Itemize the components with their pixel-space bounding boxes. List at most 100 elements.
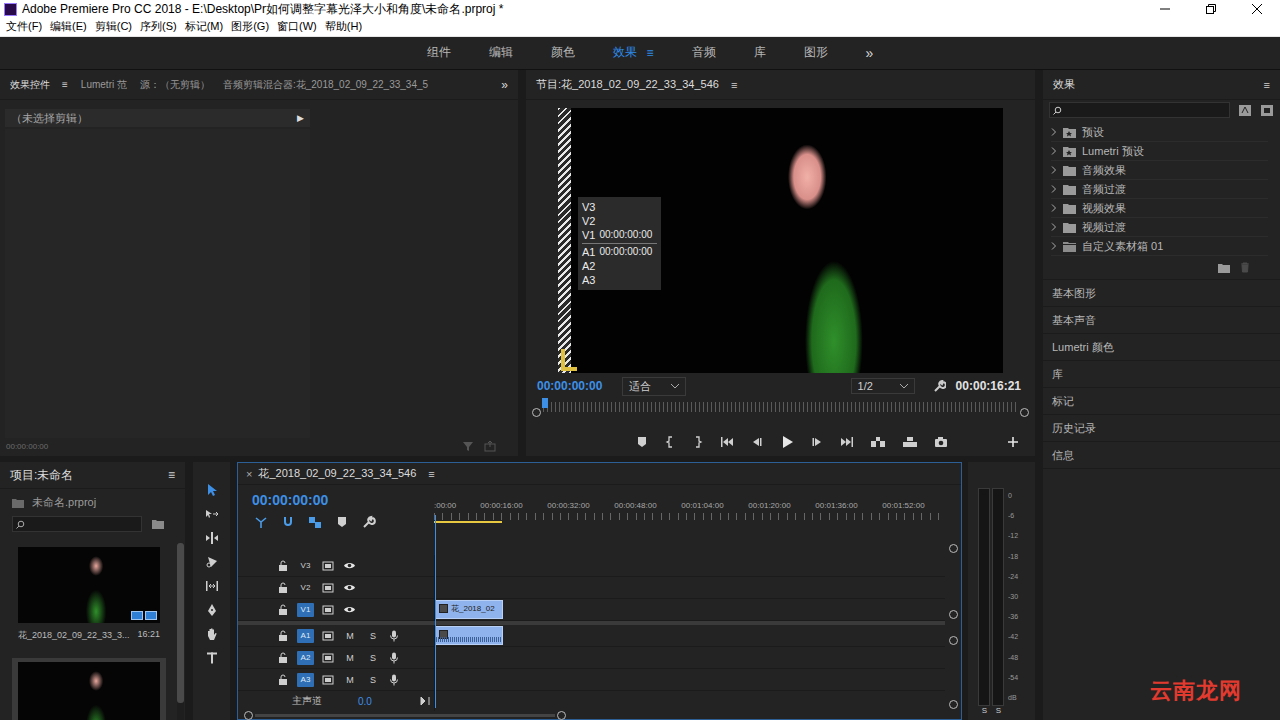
lock-icon[interactable]	[278, 604, 288, 615]
effects-menu[interactable]: ≡	[1264, 79, 1270, 91]
menu-item[interactable]: 帮助(H)	[321, 19, 366, 34]
panel-tab[interactable]: 音频剪辑混合器:花_2018_02_09_22_33_34_5	[223, 78, 428, 92]
microphone-icon[interactable]	[389, 674, 399, 686]
project-search[interactable]	[12, 516, 142, 532]
lock-icon[interactable]	[278, 652, 288, 663]
tabs-overflow[interactable]: »	[501, 78, 508, 92]
wrench-icon[interactable]	[362, 515, 376, 529]
panel-tab[interactable]: 源：（无剪辑）	[140, 78, 210, 92]
workspace-tab[interactable]: 音频	[692, 44, 716, 61]
step-forward-icon[interactable]	[810, 436, 824, 448]
collapsed-panel[interactable]: 基本声音	[1043, 306, 1280, 333]
solo-button[interactable]: S	[366, 631, 380, 641]
scroll-handle[interactable]	[949, 544, 958, 553]
panel-menu[interactable]: ≡	[62, 79, 68, 90]
resolution-dropdown[interactable]: 1/2	[851, 378, 915, 394]
microphone-icon[interactable]	[389, 630, 399, 642]
collapsed-panel[interactable]: 历史记录	[1043, 414, 1280, 441]
sequence-menu[interactable]: ≡	[428, 468, 434, 480]
tool-button[interactable]	[202, 648, 222, 668]
track-lane[interactable]	[434, 555, 945, 577]
track-target[interactable]: A1	[297, 629, 314, 643]
tool-button[interactable]	[202, 552, 222, 572]
plus-icon[interactable]	[1007, 436, 1019, 448]
wrench-icon[interactable]	[933, 380, 946, 393]
new-bin-icon[interactable]	[1218, 263, 1230, 273]
mute-button[interactable]: M	[343, 653, 357, 663]
collapsed-panel[interactable]: 库	[1043, 360, 1280, 387]
tool-button[interactable]	[202, 528, 222, 548]
program-menu[interactable]: ≡	[731, 79, 737, 91]
scroll-handle[interactable]	[949, 700, 958, 709]
audio-clip[interactable]	[435, 626, 503, 645]
eye-icon[interactable]	[343, 605, 356, 614]
track-target[interactable]: V2	[297, 581, 314, 595]
solo-button[interactable]: S	[366, 653, 380, 663]
track-lane[interactable]	[434, 647, 945, 669]
bin-icon[interactable]	[152, 519, 164, 529]
track-lane[interactable]	[434, 669, 945, 691]
track-target[interactable]: V1	[297, 603, 314, 617]
close-sequence-button[interactable]: ×	[246, 468, 252, 480]
workspace-tab[interactable]: 库	[754, 44, 766, 61]
workspace-tab[interactable]: 组件	[427, 44, 451, 61]
collapsed-panel[interactable]: 信息	[1043, 441, 1280, 468]
sync-lock-icon[interactable]	[322, 561, 334, 571]
timeline-scrollbar[interactable]	[238, 711, 961, 720]
nest-icon[interactable]	[254, 515, 268, 529]
export-icon[interactable]	[484, 440, 496, 452]
project-item[interactable]: 花_2018_02_09_22_33_3...16:21	[12, 543, 166, 646]
workspace-tab[interactable]: 编辑	[489, 44, 513, 61]
mute-button[interactable]: M	[343, 675, 357, 685]
zoom-dropdown[interactable]: 适合	[622, 377, 686, 396]
work-area-bar[interactable]	[434, 521, 502, 523]
sequence-tab[interactable]: 花_2018_02_09_22_33_34_546	[258, 466, 416, 481]
insert-icon[interactable]	[870, 436, 886, 448]
menu-item[interactable]: 图形(G)	[227, 19, 273, 34]
panel-tab[interactable]: 效果控件≡	[10, 78, 68, 92]
sync-lock-icon[interactable]	[322, 583, 334, 593]
minimize-button[interactable]	[1142, 0, 1188, 18]
snap-magnet-icon[interactable]	[281, 515, 295, 529]
effects-title[interactable]: 效果	[1053, 77, 1075, 92]
effects-folder[interactable]: 视频效果	[1051, 199, 1268, 218]
microphone-icon[interactable]	[389, 652, 399, 664]
workspace-menu[interactable]: ≡	[647, 46, 654, 60]
sync-lock-icon[interactable]	[322, 675, 334, 685]
overwrite-icon[interactable]	[902, 436, 918, 448]
scroll-handle[interactable]	[949, 610, 958, 619]
playhead[interactable]	[542, 398, 548, 408]
master-volume[interactable]: 0.0	[358, 696, 420, 707]
meter-solo-button[interactable]: S	[994, 706, 1003, 718]
track-target[interactable]: A2	[297, 651, 314, 665]
menu-item[interactable]: 文件(F)	[2, 19, 46, 34]
workspace-tab[interactable]: 图形	[804, 44, 828, 61]
time-ruler[interactable]: :00:0000:00:16:0000:00:32:0000:00:48:000…	[434, 485, 945, 555]
effects-folder[interactable]: 音频过渡	[1051, 180, 1268, 199]
go-to-in-icon[interactable]	[720, 436, 734, 448]
project-item[interactable]	[12, 658, 166, 720]
track-lane[interactable]	[434, 577, 945, 599]
project-title[interactable]: 项目:未命名	[10, 467, 73, 484]
program-timecode[interactable]: 00:00:00:00	[537, 379, 602, 393]
effects-search[interactable]	[1049, 102, 1230, 118]
scroll-handle[interactable]	[949, 636, 958, 645]
mark-out-icon[interactable]	[692, 436, 704, 448]
sync-lock-icon[interactable]	[322, 605, 334, 615]
accelerated-effects-icon[interactable]	[1238, 103, 1252, 117]
mark-in-icon[interactable]	[664, 436, 676, 448]
zoom-handle[interactable]	[1020, 408, 1029, 417]
effects-folder[interactable]: 音频效果	[1051, 161, 1268, 180]
video-clip[interactable]: 花_2018_02	[435, 600, 503, 619]
step-back-icon[interactable]	[750, 436, 764, 448]
workspace-tab[interactable]: 效果≡	[613, 44, 654, 61]
32bit-effects-icon[interactable]	[1260, 103, 1274, 117]
go-to-out-icon[interactable]	[840, 436, 854, 448]
eye-icon[interactable]	[343, 561, 356, 570]
workspace-tab[interactable]: 颜色	[551, 44, 575, 61]
project-scrollbar[interactable]	[177, 543, 184, 720]
zoom-handle[interactable]	[532, 408, 541, 417]
workspace-overflow[interactable]: »	[866, 45, 874, 61]
linked-selection-icon[interactable]	[308, 515, 322, 529]
effects-folder[interactable]: 视频过渡	[1051, 218, 1268, 237]
